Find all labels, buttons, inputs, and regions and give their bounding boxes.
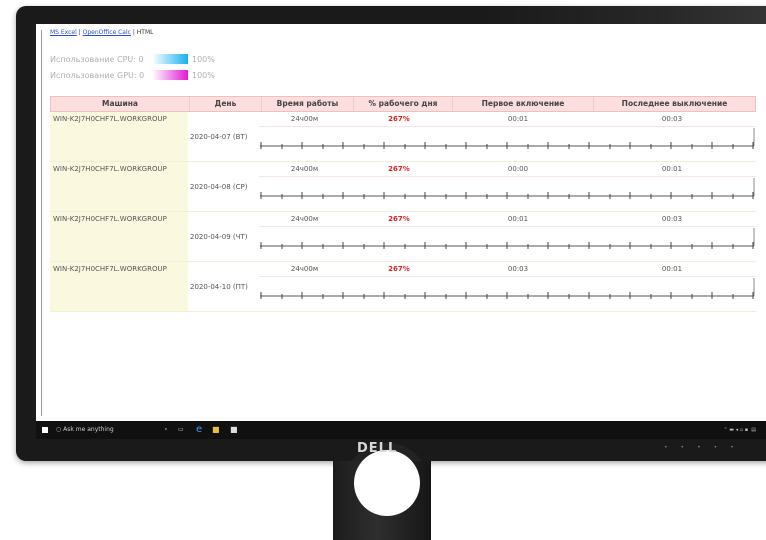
day-cell: 2020-04-08 (СР) [190, 183, 248, 191]
first-on-cell: 00:01 [507, 115, 529, 123]
header-uptime[interactable]: Время работы [262, 97, 354, 111]
machine-cell: WIN-K2J7H0CHF7L.WORKGROUP [50, 112, 188, 161]
values-row: 24ч00м 267% 00:03 00:01 [259, 262, 756, 277]
first-on-cell: 00:00 [507, 165, 529, 173]
header-machine[interactable]: Машина [51, 97, 190, 111]
stand-cutout [354, 450, 420, 516]
uptime-cell: 24ч00м [290, 115, 319, 123]
timeline-chart [260, 226, 756, 252]
machine-cell: WIN-K2J7H0CHF7L.WORKGROUP [50, 162, 188, 211]
screen: MS Excel | OpenOffice Calc | HTML Исполь… [36, 24, 766, 421]
last-off-cell: 00:03 [661, 215, 683, 223]
timeline-axis [260, 228, 755, 249]
file-explorer-icon[interactable]: ■ [212, 421, 220, 439]
store-icon[interactable]: ■ [230, 421, 238, 439]
machine-cell: WIN-K2J7H0CHF7L.WORKGROUP [50, 262, 188, 311]
cortana-search-box[interactable]: ○ Ask me anything [56, 421, 114, 439]
table-row: WIN-K2J7H0CHF7L.WORKGROUP 2020-04-10 (ПТ… [50, 262, 756, 312]
first-on-cell: 00:01 [507, 215, 529, 223]
export-links: MS Excel | OpenOffice Calc | HTML [50, 29, 154, 36]
gpu-gradient-bar [152, 70, 188, 80]
microphone-icon[interactable]: ⍤ [164, 421, 168, 439]
uptime-cell: 24ч00м [290, 165, 319, 173]
pct-cell: 267% [388, 215, 410, 223]
task-view-icon[interactable]: ▭ [178, 421, 184, 439]
cpu-usage-max: 100% [192, 54, 215, 64]
machine-cell: WIN-K2J7H0CHF7L.WORKGROUP [50, 212, 188, 261]
table-row: WIN-K2J7H0CHF7L.WORKGROUP 2020-04-08 (СР… [50, 162, 756, 212]
html-label: HTML [136, 29, 154, 36]
cpu-usage-legend: Использование CPU: 0 100% [50, 54, 215, 64]
last-off-cell: 00:01 [661, 265, 683, 273]
day-cell: 2020-04-10 (ПТ) [190, 283, 248, 291]
timeline-axis [260, 278, 755, 299]
header-workday-pct[interactable]: % рабочего дня [354, 97, 453, 111]
first-on-cell: 00:03 [507, 265, 529, 273]
day-cell: 2020-04-09 (ЧТ) [190, 233, 248, 241]
timeline-chart [260, 176, 756, 202]
header-day[interactable]: День [190, 97, 262, 111]
gpu-usage-max: 100% [192, 70, 215, 80]
last-off-cell: 00:03 [661, 115, 683, 123]
gpu-usage-legend: Использование GPU: 0 100% [50, 70, 215, 80]
cpu-usage-label: Использование CPU: 0 [50, 54, 144, 64]
table-row: WIN-K2J7H0CHF7L.WORKGROUP 2020-04-09 (ЧТ… [50, 212, 756, 262]
table-row: WIN-K2J7H0CHF7L.WORKGROUP 2020-04-07 (ВТ… [50, 112, 756, 162]
pct-cell: 267% [388, 115, 410, 123]
timeline-axis [260, 178, 755, 199]
values-row: 24ч00м 267% 00:01 00:03 [259, 212, 756, 227]
table-header: Машина День Время работы % рабочего дня … [50, 96, 756, 112]
gpu-usage-label: Использование GPU: 0 [50, 70, 145, 80]
values-row: 24ч00м 267% 00:00 00:01 [259, 162, 756, 177]
system-tray-icons[interactable]: ⌃ ▬ ◂ ▫ ▪ ▤ [724, 421, 756, 439]
monitor-buttons[interactable]: ••••• [664, 444, 747, 451]
day-cell: 2020-04-07 (ВТ) [190, 133, 248, 141]
search-circle-icon: ○ [56, 426, 62, 433]
uptime-table: Машина День Время работы % рабочего дня … [50, 96, 756, 312]
uptime-cell: 24ч00м [290, 215, 319, 223]
windows-taskbar: ○ Ask me anything ⍤ ▭ e ■ ■ ⌃ ▬ ◂ ▫ ▪ ▤ [36, 421, 766, 439]
pct-cell: 267% [388, 165, 410, 173]
header-last-off[interactable]: Последнее выключение [594, 97, 755, 111]
dell-logo: DELL [357, 441, 398, 456]
pct-cell: 267% [388, 265, 410, 273]
last-off-cell: 00:01 [661, 165, 683, 173]
openoffice-link[interactable]: OpenOffice Calc [83, 29, 131, 36]
timeline-chart [260, 276, 756, 302]
cpu-gradient-bar [152, 54, 188, 64]
edge-browser-icon[interactable]: e [196, 421, 202, 439]
values-row: 24ч00м 267% 00:01 00:03 [259, 112, 756, 127]
header-first-on[interactable]: Первое включение [453, 97, 594, 111]
timeline-chart [260, 126, 756, 152]
window-edge [41, 30, 42, 416]
excel-link[interactable]: MS Excel [50, 29, 77, 36]
uptime-cell: 24ч00м [290, 265, 319, 273]
search-placeholder: Ask me anything [63, 426, 114, 433]
windows-start-icon[interactable] [42, 427, 48, 433]
timeline-axis [260, 128, 755, 149]
